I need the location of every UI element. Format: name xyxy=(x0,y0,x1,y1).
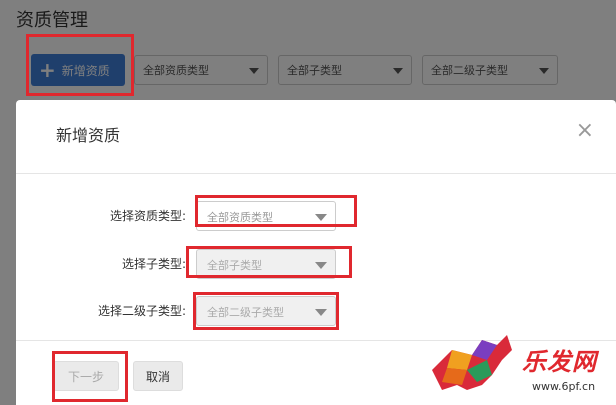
bull-logo-icon xyxy=(432,335,512,390)
subtype-label: 选择子类型: xyxy=(121,257,186,271)
modal-header: 新增资质 × xyxy=(16,100,616,174)
highlight-box-next-button xyxy=(52,351,128,402)
second-subtype-label: 选择二级子类型: xyxy=(97,304,186,318)
close-icon[interactable]: × xyxy=(576,118,594,143)
highlight-box-add-button xyxy=(26,34,134,96)
highlight-box-second-subtype-select xyxy=(193,292,339,330)
watermark-url: www.6pf.cn xyxy=(532,380,596,393)
highlight-box-type-select xyxy=(195,195,357,227)
watermark: 乐发网 www.6pf.cn xyxy=(427,330,616,405)
qualification-type-label: 选择资质类型: xyxy=(109,209,186,223)
highlight-box-subtype-select xyxy=(186,246,352,278)
watermark-text: 乐发网 xyxy=(522,348,597,376)
modal-title: 新增资质 xyxy=(56,126,121,145)
cancel-button[interactable]: 取消 xyxy=(133,361,183,391)
